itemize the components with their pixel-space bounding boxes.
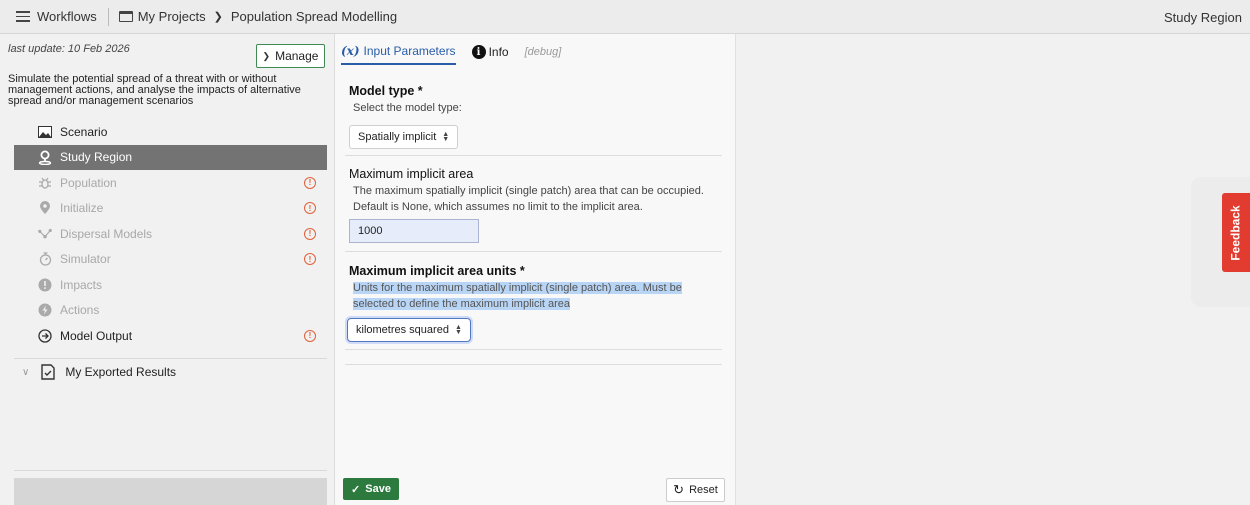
archive-icon — [118, 11, 133, 22]
sidebar-item-label: Dispersal Models — [60, 226, 153, 241]
bug-icon — [38, 176, 52, 190]
max-area-title: Maximum implicit area — [349, 167, 474, 181]
workflow-nav: Scenario Study Region Population ! Initi… — [14, 119, 327, 349]
document-check-icon — [41, 364, 56, 380]
sidebar-footer — [14, 478, 327, 505]
max-area-units-value: kilometres squared — [356, 324, 449, 336]
sidebar-item-label: Impacts — [60, 277, 103, 292]
breadcrumb-workflows[interactable]: Workflows — [37, 9, 97, 24]
chevron-down-icon: ∨ — [22, 366, 30, 378]
manage-button-label: Manage — [275, 49, 319, 63]
max-area-units-help: Units for the maximum spatially implicit… — [349, 280, 722, 312]
sidebar-item-study-region[interactable]: Study Region — [14, 144, 327, 170]
breadcrumb-my-projects[interactable]: My Projects — [138, 9, 206, 24]
parameters-panel: (x) Input Parameters i Info [debug] Mode… — [335, 34, 736, 505]
sidebar-item-model-output[interactable]: Model Output ! — [14, 323, 327, 349]
tab-info[interactable]: i Info — [471, 45, 509, 64]
sidebar-item-label: Scenario — [60, 124, 108, 139]
sidebar-item-label: Model Output — [60, 328, 133, 343]
max-area-help: The maximum spatially implicit (single p… — [353, 185, 704, 213]
divider — [345, 364, 722, 365]
chevron-right-icon: ❯ — [213, 11, 223, 23]
sidebar-item-label: Initialize — [60, 201, 104, 216]
warning-icon: ! — [304, 329, 316, 342]
image-icon — [38, 125, 52, 139]
lightning-icon — [38, 303, 52, 317]
warning-icon: ! — [304, 176, 316, 189]
breadcrumb-divider — [107, 7, 109, 26]
reset-icon: ↻ — [673, 482, 685, 497]
map-pin-icon — [38, 150, 52, 165]
manage-button[interactable]: ❯ Manage — [256, 44, 325, 68]
sidebar-item-label: Study Region — [60, 150, 133, 165]
model-type-select[interactable]: Spatially implicit ▲ ▼ — [349, 125, 459, 149]
max-area-units-title: Maximum implicit area units * — [349, 264, 525, 278]
warning-icon: ! — [304, 202, 316, 215]
sidebar-item-dispersal-models[interactable]: Dispersal Models ! — [14, 221, 327, 247]
last-update-text: last update: 10 Feb 2026 — [8, 43, 130, 55]
top-bar: Workflows My Projects ❯ Population Sprea… — [0, 0, 1250, 34]
model-type-section: Model type * Select the model type: Spat… — [345, 84, 722, 156]
model-type-title: Model type * — [349, 84, 423, 98]
max-area-units-select[interactable]: kilometres squared ▲ ▼ — [347, 318, 471, 342]
alert-circle-icon — [38, 278, 52, 292]
max-area-section: Maximum implicit area The maximum spatia… — [345, 167, 722, 252]
max-area-input[interactable]: 1000 — [349, 219, 479, 243]
exported-results-label: My Exported Results — [65, 365, 177, 379]
arrow-circle-icon — [38, 329, 52, 343]
warning-icon: ! — [304, 227, 316, 240]
save-button[interactable]: ✓ Save — [343, 478, 399, 500]
network-icon — [38, 227, 52, 241]
tab-input-parameters[interactable]: (x) Input Parameters — [341, 44, 456, 65]
sidebar-item-scenario[interactable]: Scenario — [14, 119, 327, 145]
sidebar-item-impacts[interactable]: Impacts — [14, 272, 327, 298]
info-icon: i — [471, 45, 486, 59]
menu-icon[interactable] — [16, 11, 30, 22]
max-area-units-section: Maximum implicit area units * Units for … — [345, 264, 722, 350]
location-icon — [38, 201, 52, 215]
sidebar-item-actions[interactable]: Actions — [14, 298, 327, 324]
sidebar: last update: 10 Feb 2026 ❯ Manage Simula… — [0, 34, 335, 505]
variable-icon: (x) — [341, 44, 360, 58]
sidebar-item-population[interactable]: Population ! — [14, 170, 327, 196]
sidebar-item-label: Population — [60, 175, 117, 190]
exported-results-toggle[interactable]: ∨ My Exported Results — [22, 364, 176, 380]
tab-label: Info — [488, 45, 509, 59]
reset-button-label: Reset — [689, 484, 718, 496]
tab-debug[interactable]: [debug] — [525, 46, 562, 63]
chevron-down-icon: ❯ — [262, 50, 271, 61]
divider — [14, 358, 327, 359]
divider — [14, 470, 327, 471]
tab-label: Input Parameters — [363, 44, 456, 58]
feedback-button[interactable]: Feedback — [1222, 193, 1250, 272]
sidebar-item-initialize[interactable]: Initialize ! — [14, 196, 327, 222]
stopwatch-icon — [38, 252, 52, 266]
breadcrumb-project[interactable]: Population Spread Modelling — [231, 9, 397, 24]
select-arrows-icon: ▲ ▼ — [442, 131, 450, 143]
sidebar-item-label: Simulator — [60, 252, 111, 267]
model-type-value: Spatially implicit — [358, 131, 437, 143]
reset-button[interactable]: ↻ Reset — [666, 478, 725, 502]
select-arrows-icon: ▲ ▼ — [454, 324, 462, 336]
model-type-help: Select the model type: — [353, 102, 462, 114]
warning-icon: ! — [304, 253, 316, 266]
current-section-label: Study Region — [1163, 10, 1242, 25]
sidebar-item-label: Actions — [60, 303, 100, 318]
sidebar-item-simulator[interactable]: Simulator ! — [14, 247, 327, 273]
feedback-label: Feedback — [1229, 204, 1244, 261]
check-icon: ✓ — [351, 483, 361, 496]
save-button-label: Save — [365, 483, 391, 495]
workflow-description: Simulate the potential spread of a threa… — [8, 73, 301, 107]
panel-tabs: (x) Input Parameters i Info [debug] — [341, 44, 561, 65]
highlighted-help-text: Units for the maximum spatially implicit… — [353, 282, 682, 310]
